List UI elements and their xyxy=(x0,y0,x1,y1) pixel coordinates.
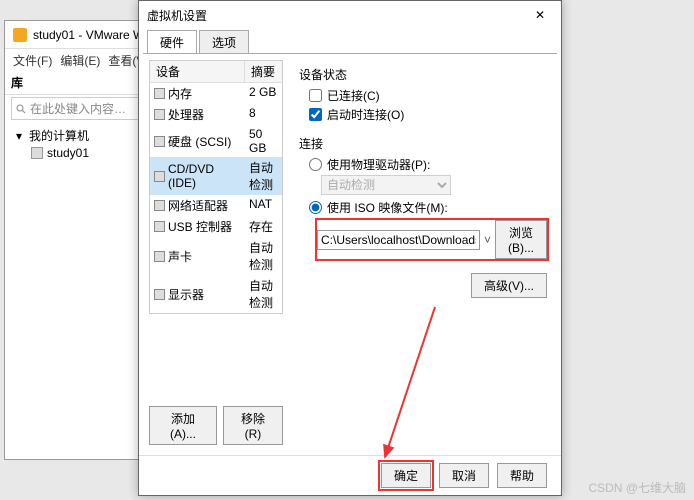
device-table-header: 设备 摘要 xyxy=(150,61,282,83)
remove-device-button[interactable]: 移除(R) xyxy=(223,406,283,445)
tab-options[interactable]: 选项 xyxy=(199,30,249,54)
connected-checkbox[interactable] xyxy=(309,89,322,102)
dialog-footer: 确定 取消 帮助 xyxy=(139,455,561,495)
display-icon xyxy=(154,289,165,300)
tree-item-label: study01 xyxy=(47,146,89,160)
device-settings-panel: 设备状态 已连接(C) 启动时连接(O) 连接 使用物理驱动器(P): 自动检测 xyxy=(289,54,557,455)
memory-icon xyxy=(154,88,165,99)
connected-checkbox-row[interactable]: 已连接(C) xyxy=(309,87,547,104)
dialog-tabs: 硬件 选项 xyxy=(139,29,561,53)
menu-edit[interactable]: 编辑(E) xyxy=(58,52,102,69)
table-row[interactable]: 声卡自动检测 xyxy=(150,237,282,275)
cancel-button[interactable]: 取消 xyxy=(439,463,489,488)
use-iso-row[interactable]: 使用 ISO 映像文件(M): xyxy=(309,199,547,216)
use-physical-radio[interactable] xyxy=(309,158,322,171)
usb-icon xyxy=(154,221,165,232)
dialog-title: 虚拟机设置 xyxy=(147,7,207,24)
ok-button[interactable]: 确定 xyxy=(381,463,431,488)
search-icon xyxy=(16,104,26,114)
library-label: 库 xyxy=(11,74,23,91)
vm-settings-dialog: 虚拟机设置 ✕ 硬件 选项 设备 摘要 内存2 GB 处理器8 硬盘 (SCSI… xyxy=(138,0,562,496)
net-icon xyxy=(154,200,165,211)
browse-button[interactable]: 浏览(B)... xyxy=(495,220,547,259)
tree-my-computer-label: 我的计算机 xyxy=(29,127,89,144)
connected-label: 已连接(C) xyxy=(327,87,380,104)
table-row[interactable]: 显示器自动检测 xyxy=(150,275,282,313)
use-iso-label: 使用 ISO 映像文件(M): xyxy=(327,199,448,216)
dialog-titlebar: 虚拟机设置 ✕ xyxy=(139,1,561,29)
device-table: 设备 摘要 内存2 GB 处理器8 硬盘 (SCSI)50 GB CD/DVD … xyxy=(149,60,283,314)
dialog-close-button[interactable]: ✕ xyxy=(527,6,553,24)
menu-file[interactable]: 文件(F) xyxy=(11,52,54,69)
device-list-panel: 设备 摘要 内存2 GB 处理器8 硬盘 (SCSI)50 GB CD/DVD … xyxy=(143,54,289,455)
dropdown-icon[interactable]: ˅ xyxy=(484,233,491,247)
search-placeholder: 在此处键入内容… xyxy=(30,100,126,117)
device-status-label: 设备状态 xyxy=(299,66,547,83)
table-row[interactable]: 内存2 GB xyxy=(150,83,282,104)
dialog-body: 设备 摘要 内存2 GB 处理器8 硬盘 (SCSI)50 GB CD/DVD … xyxy=(143,53,557,455)
table-row[interactable]: 网络适配器NAT xyxy=(150,195,282,216)
vmware-icon xyxy=(13,28,27,42)
use-physical-row[interactable]: 使用物理驱动器(P): xyxy=(309,156,547,173)
use-iso-radio[interactable] xyxy=(309,201,322,214)
iso-path-row: ˅ 浏览(B)... xyxy=(317,220,547,259)
table-row[interactable]: USB 控制器存在 xyxy=(150,216,282,237)
connection-label: 连接 xyxy=(299,135,547,152)
disk-icon xyxy=(154,136,165,147)
help-button[interactable]: 帮助 xyxy=(497,463,547,488)
device-buttons: 添加(A)... 移除(R) xyxy=(149,402,283,449)
tab-hardware[interactable]: 硬件 xyxy=(147,30,197,54)
iso-path-input[interactable] xyxy=(317,230,480,250)
cpu-icon xyxy=(154,109,165,120)
cd-icon xyxy=(154,171,165,182)
connect-poweron-label: 启动时连接(O) xyxy=(327,106,404,123)
col-summary: 摘要 xyxy=(245,61,282,82)
sound-icon xyxy=(154,251,165,262)
connect-poweron-checkbox[interactable] xyxy=(309,108,322,121)
physical-drive-select: 自动检测 xyxy=(321,175,451,195)
advanced-button[interactable]: 高级(V)... xyxy=(471,273,547,298)
connect-poweron-row[interactable]: 启动时连接(O) xyxy=(309,106,547,123)
col-device: 设备 xyxy=(150,61,245,82)
collapse-icon: ▾ xyxy=(13,130,25,142)
table-row[interactable]: 硬盘 (SCSI)50 GB xyxy=(150,125,282,157)
vm-icon xyxy=(31,147,43,159)
use-physical-label: 使用物理驱动器(P): xyxy=(327,156,430,173)
watermark: CSDN @七维大脑 xyxy=(588,479,686,496)
table-row-selected[interactable]: CD/DVD (IDE)自动检测 xyxy=(150,157,282,195)
add-device-button[interactable]: 添加(A)... xyxy=(149,406,217,445)
table-row[interactable]: 处理器8 xyxy=(150,104,282,125)
